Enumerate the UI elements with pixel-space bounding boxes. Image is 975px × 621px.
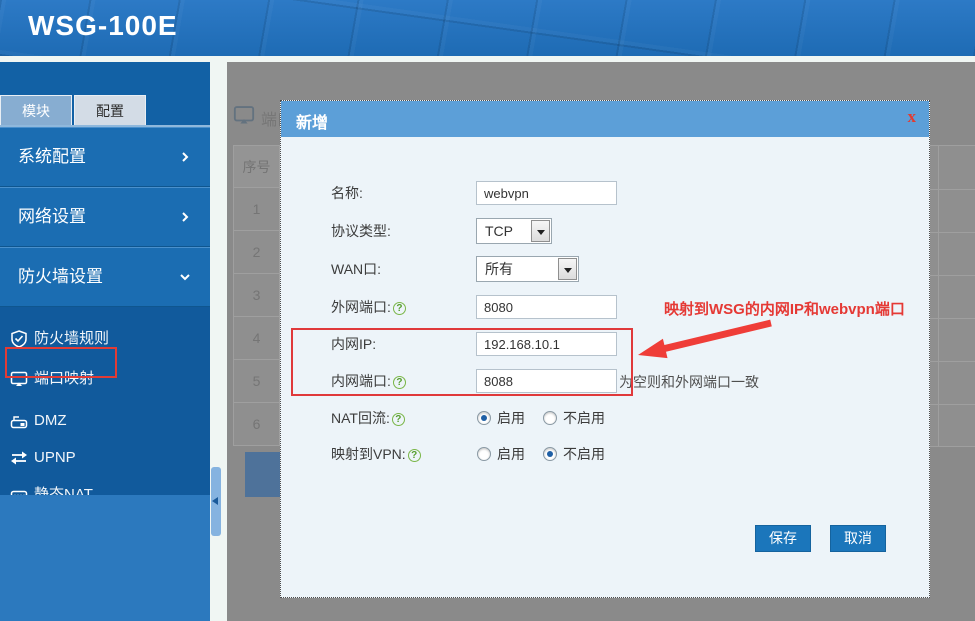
sidebar-item-system-config[interactable]: 系统配置 [0, 127, 210, 187]
firewall-submenu: 防火墙规则 端口映射 DMZ UPNP [0, 307, 210, 495]
form-row-nat-loopback: NAT回流: 启用 不启用 [281, 405, 931, 431]
sidebar-item-firewall-rules[interactable]: 防火墙规则 [0, 322, 210, 356]
add-dialog: 新增 x 名称: 协议类型: TCP WAN口: 所有 外网端口: [280, 100, 930, 598]
protocol-select[interactable]: TCP [476, 218, 552, 244]
submenu-label: 端口映射 [34, 370, 94, 387]
menu-label: 网络设置 [18, 207, 86, 226]
table-row: 1 [233, 188, 280, 231]
tab-modules[interactable]: 模块 [0, 95, 72, 125]
help-icon[interactable] [393, 376, 406, 389]
monitor-icon [10, 370, 28, 388]
cancel-button[interactable]: 取消 [830, 525, 886, 552]
sidebar-item-network-settings[interactable]: 网络设置 [0, 187, 210, 247]
sidebar-menu: 系统配置 网络设置 防火墙设置 [0, 127, 210, 307]
submenu-label: DMZ [34, 412, 67, 429]
chevron-right-icon [178, 210, 192, 224]
form-row-int-port: 内网端口: [281, 368, 931, 394]
sidebar: 模块 配置 系统配置 网络设置 防火墙设置 [0, 62, 210, 621]
app-header: WSG-100E [0, 0, 975, 56]
internal-port-input[interactable] [476, 369, 617, 393]
submenu-label: UPNP [34, 449, 76, 466]
annotation-callout: 映射到WSG的内网IP和webvpn端口 [664, 298, 905, 319]
field-label: 协议类型: [331, 218, 391, 244]
form-row-int-ip: 内网IP: [281, 331, 931, 357]
radio-label[interactable]: 不启用 [563, 405, 605, 431]
field-label: WAN口: [331, 256, 381, 282]
chevron-down-icon [178, 270, 192, 284]
sidebar-tab-strip: 模块 配置 [0, 62, 210, 127]
field-label: 内网IP: [331, 331, 376, 357]
field-label: 名称: [331, 180, 363, 206]
form-row-map-vpn: 映射到VPN: 启用 不启用 [281, 441, 931, 467]
tab-config[interactable]: 配置 [74, 95, 146, 127]
dropdown-arrow-icon[interactable] [558, 258, 577, 280]
table-index-column: 序号 1 2 3 4 5 6 [233, 145, 280, 446]
sidebar-content-gap [210, 56, 227, 621]
app-window: WSG-100E 模块 配置 系统配置 网络设置 [0, 0, 975, 621]
sidebar-item-dmz[interactable]: DMZ [0, 404, 210, 438]
table-row: 4 [233, 317, 280, 360]
save-button[interactable]: 保存 [755, 525, 811, 552]
menu-label: 系统配置 [18, 147, 86, 166]
sidebar-item-firewall-settings[interactable]: 防火墙设置 [0, 247, 210, 307]
close-icon[interactable]: x [908, 107, 917, 127]
dialog-title: 新增 [296, 109, 328, 133]
monitor-icon [233, 104, 255, 124]
table-row: 2 [233, 231, 280, 274]
dialog-titlebar: 新增 x [281, 101, 929, 137]
menu-label: 防火墙设置 [18, 267, 103, 286]
map-vpn-enable-radio[interactable] [477, 447, 491, 461]
help-icon[interactable] [408, 449, 421, 462]
wan-select[interactable]: 所有 [476, 256, 579, 282]
dropdown-arrow-icon[interactable] [531, 220, 550, 242]
field-label: 内网端口: [331, 373, 391, 389]
app-title: WSG-100E [28, 10, 178, 42]
table-header-cell: 序号 [233, 145, 280, 188]
name-input[interactable] [476, 181, 617, 205]
swap-arrows-icon [10, 449, 28, 467]
sidebar-lower-area [0, 495, 210, 621]
selected-value: TCP [485, 219, 513, 243]
help-icon[interactable] [392, 413, 405, 426]
form-row-protocol: 协议类型: TCP [281, 218, 931, 244]
external-port-input[interactable] [476, 295, 617, 319]
form-row-name: 名称: [281, 180, 931, 206]
sidebar-item-upnp[interactable]: UPNP [0, 441, 210, 475]
radio-label[interactable]: 启用 [497, 405, 525, 431]
shield-check-icon [10, 330, 28, 348]
submenu-label: 防火墙规则 [34, 330, 109, 347]
field-label: NAT回流: [331, 410, 390, 426]
field-label: 映射到VPN: [331, 446, 406, 462]
field-note: 为空则和外网端口一致 [619, 369, 759, 395]
table-row: 5 [233, 360, 280, 403]
table-row: 6 [233, 403, 280, 446]
form-row-wan: WAN口: 所有 [281, 256, 931, 282]
table-right-fragment [930, 145, 975, 446]
help-icon[interactable] [393, 302, 406, 315]
chevron-right-icon [178, 150, 192, 164]
nat-loopback-enable-radio[interactable] [477, 411, 491, 425]
radio-label[interactable]: 不启用 [563, 441, 605, 467]
router-icon [10, 412, 28, 430]
radio-label[interactable]: 启用 [497, 441, 525, 467]
map-vpn-disable-radio[interactable] [543, 447, 557, 461]
nat-loopback-disable-radio[interactable] [543, 411, 557, 425]
internal-ip-input[interactable] [476, 332, 617, 356]
selected-value: 所有 [485, 257, 513, 281]
field-label: 外网端口: [331, 299, 391, 315]
sidebar-item-port-mapping[interactable]: 端口映射 [0, 362, 210, 396]
sidebar-collapse-handle[interactable] [211, 467, 221, 536]
table-row: 3 [233, 274, 280, 317]
